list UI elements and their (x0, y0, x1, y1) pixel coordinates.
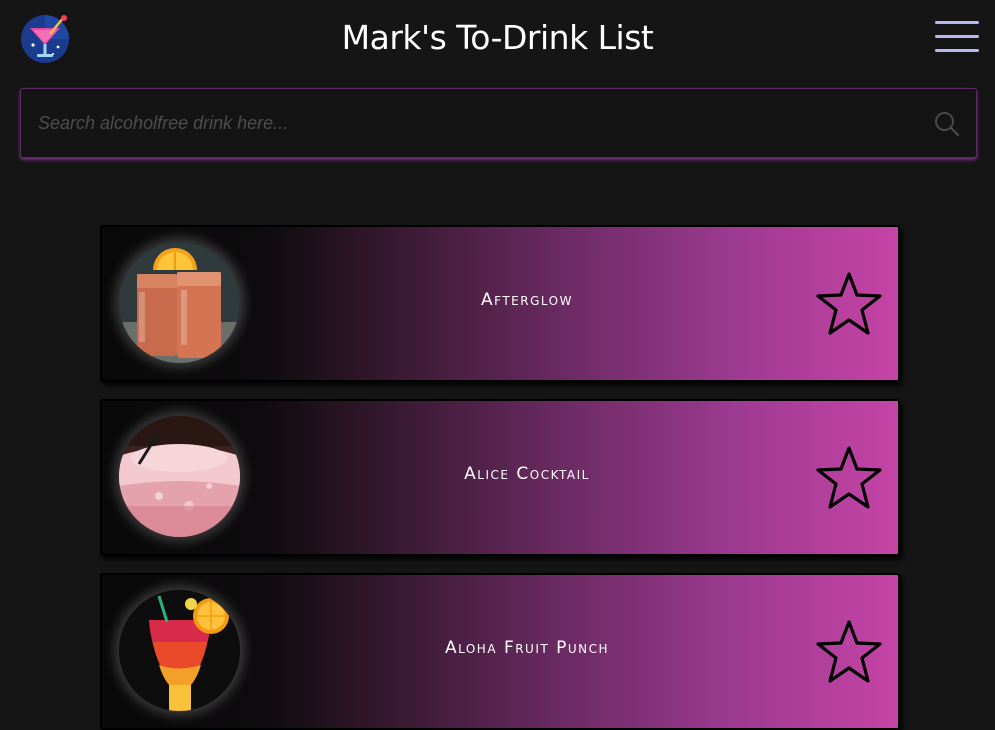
aloha-fruit-punch-photo (119, 590, 240, 711)
search-input[interactable] (21, 89, 901, 157)
drink-card-aloha-fruit-punch[interactable]: Aloha Fruit Punch (100, 573, 900, 730)
search-bar (20, 88, 977, 158)
drink-name: Alice Cocktail (464, 464, 590, 484)
drink-name: Aloha Fruit Punch (444, 638, 610, 658)
favorite-star-icon[interactable] (815, 445, 883, 511)
drink-card-alice-cocktail[interactable]: Alice Cocktail (100, 399, 900, 556)
favorite-star-icon[interactable] (815, 619, 883, 685)
drink-name: Afterglow (481, 290, 573, 310)
search-icon[interactable] (934, 111, 960, 137)
alice-cocktail-photo (119, 416, 240, 537)
page-title: Mark's To-Drink List (341, 18, 654, 57)
afterglow-drink-photo (119, 242, 240, 363)
drink-card-afterglow[interactable]: Afterglow (100, 225, 900, 382)
header: Mark's To-Drink List (0, 0, 995, 84)
hamburger-menu-icon[interactable] (935, 20, 979, 54)
favorite-star-icon[interactable] (815, 271, 883, 337)
